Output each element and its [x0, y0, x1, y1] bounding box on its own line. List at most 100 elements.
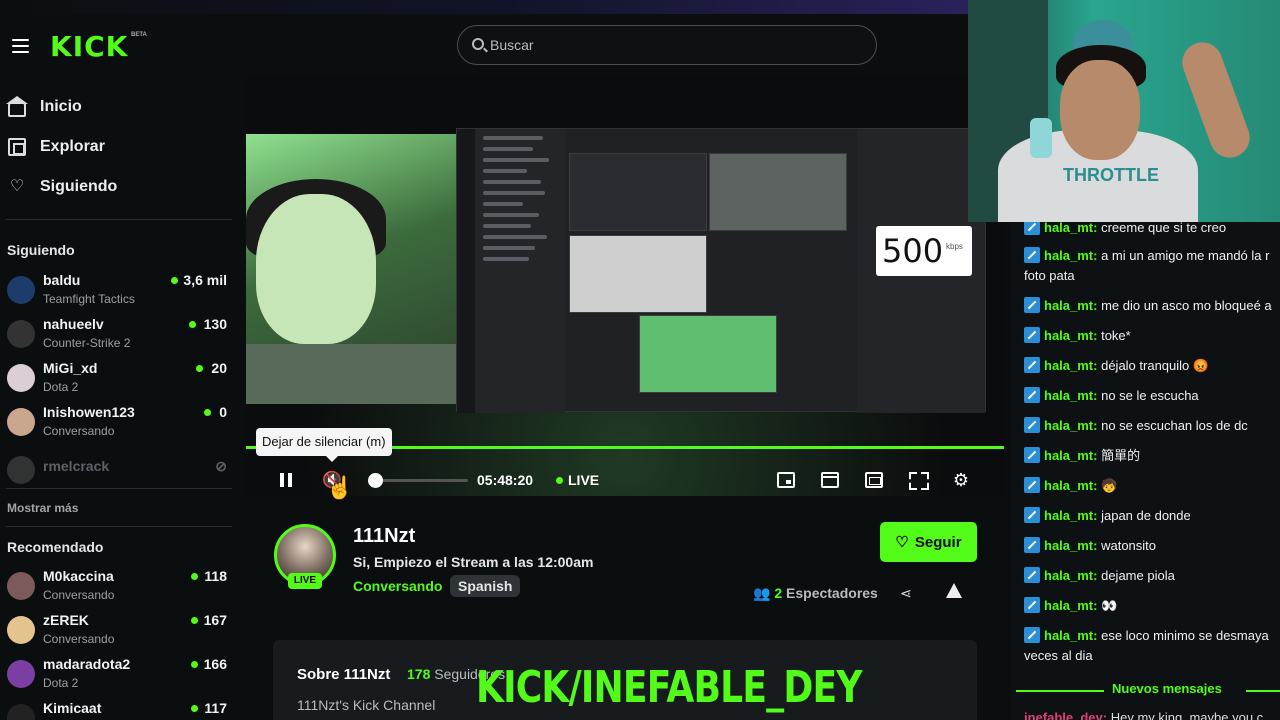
followers-number: 178: [407, 666, 431, 682]
divider-line: [1016, 690, 1104, 692]
chat-username[interactable]: hala_mt: [1044, 328, 1093, 343]
menu-icon[interactable]: [12, 39, 29, 53]
new-messages-divider[interactable]: Nuevos mensajes: [1016, 680, 1280, 700]
chat-message: hala_mt: déjalo tranquilo 😡: [1024, 356, 1280, 376]
viewer-count: 167: [203, 612, 227, 628]
chat-username[interactable]: hala_mt: [1044, 508, 1093, 523]
chat-panel: hala_mt: creeme que si te creo hala_mt: …: [1010, 222, 1280, 720]
share-icon[interactable]: ⋖: [900, 585, 912, 602]
volume-slider[interactable]: [368, 479, 468, 482]
badge-icon: [1024, 247, 1040, 263]
viewer-count: 118: [204, 568, 227, 584]
sidebar-channel-zerek[interactable]: zEREK Conversando 167: [0, 612, 238, 656]
chat-username[interactable]: hala_mt: [1044, 388, 1093, 403]
heart-icon: ♡: [895, 534, 909, 551]
chat-username[interactable]: hala_mt: [1044, 478, 1093, 493]
sidebar-channel-rmelcrack[interactable]: rmelcrack ⊘: [0, 456, 238, 502]
chat-text: dejame piola: [1101, 568, 1175, 583]
chat-message: hala_mt: 🧒: [1024, 476, 1280, 496]
nav-explorar[interactable]: Explorar: [0, 129, 238, 165]
offline-icon: ⊘: [215, 458, 227, 474]
search-icon: [472, 38, 484, 50]
sidebar-channel-baldu[interactable]: baldu Teamfight Tactics 3,6 mil: [0, 272, 238, 316]
theater-mode-icon[interactable]: [865, 472, 883, 488]
report-warning-icon[interactable]: [946, 583, 962, 598]
video-player[interactable]: 500 kbps Dejar de silenciar (m) 🔇 05:48:…: [246, 76, 1004, 496]
chat-username[interactable]: hala_mt: [1044, 418, 1093, 433]
volume-knob[interactable]: [368, 473, 383, 488]
nav-inicio[interactable]: Inicio: [0, 89, 238, 125]
live-dot: [171, 277, 178, 284]
chat-username[interactable]: hala_mt: [1044, 538, 1093, 553]
badge-icon: [1024, 417, 1040, 433]
badge-icon: [1024, 447, 1040, 463]
chat-username[interactable]: hala_mt: [1044, 298, 1093, 313]
sidebar: Inicio Explorar ♡ Siguiendo Siguiendo ba…: [0, 78, 238, 720]
chat-message: hala_mt: ese loco minimo se desmaya vece…: [1024, 627, 1269, 663]
channel-category: Teamfight Tactics: [43, 292, 135, 306]
stream-category[interactable]: Conversando: [353, 578, 442, 594]
chat-username[interactable]: hala_mt: [1044, 448, 1093, 463]
avatar: [7, 320, 35, 348]
sidebar-channel-m0kaccina[interactable]: M0kaccina Conversando 118: [0, 568, 238, 612]
badge-icon: [1024, 537, 1040, 553]
kick-logo[interactable]: KICK: [50, 30, 128, 63]
sidebar-channel-madaradota2[interactable]: madaradota2 Dota 2 166: [0, 656, 238, 700]
pause-button[interactable]: [278, 469, 294, 491]
chat-text: creeme que si te creo: [1101, 222, 1227, 235]
search-input[interactable]: Buscar: [457, 25, 877, 65]
avatar: [7, 364, 35, 392]
avatar: [7, 276, 35, 304]
fullscreen-icon[interactable]: [909, 472, 927, 488]
chat-username[interactable]: hala_mt: [1044, 248, 1093, 263]
badge-icon: [1024, 297, 1040, 313]
new-messages-label: Nuevos mensajes: [1112, 681, 1222, 696]
streamer-name[interactable]: 111Nzt: [353, 525, 415, 548]
chat-username[interactable]: hala_mt: [1044, 598, 1093, 613]
channel-name: Inishowen123: [43, 404, 135, 420]
live-indicator[interactable]: LIVE: [556, 472, 599, 488]
follow-button[interactable]: ♡ Seguir: [880, 522, 977, 562]
avatar: [7, 408, 35, 436]
sidebar-channel-migi[interactable]: MiGi_xd Dota 2 20: [0, 360, 238, 404]
badge-icon: [1024, 567, 1040, 583]
chat-username[interactable]: hala_mt: [1044, 222, 1093, 235]
live-dot: [191, 705, 198, 712]
chat-text: 簡單的: [1101, 448, 1141, 463]
follow-label: Seguir: [914, 533, 962, 551]
avatar: [7, 660, 35, 688]
home-icon: [6, 95, 28, 117]
explore-icon: [8, 138, 26, 156]
about-description: 111Nzt's Kick Channel: [297, 697, 436, 713]
language-badge[interactable]: Spanish: [450, 575, 521, 597]
badge-icon: [1024, 357, 1040, 373]
nav-siguiendo[interactable]: ♡ Siguiendo: [0, 169, 238, 205]
chat-text: no se escuchan los de dc: [1101, 418, 1248, 433]
chat-message: hala_mt: no se escuchan los de dc: [1024, 416, 1280, 436]
chat-message: hala_mt: dejame piola: [1024, 566, 1280, 586]
chat-username[interactable]: inefable_dey:: [1024, 710, 1107, 720]
channel-name: madaradota2: [43, 656, 131, 672]
chat-message: hala_mt: me dio un asco mo bloqueé a: [1024, 296, 1280, 316]
chat-username[interactable]: hala_mt: [1044, 568, 1093, 583]
sidebar-channel-inishowen[interactable]: Inishowen123 Conversando 0: [0, 404, 238, 448]
sidebar-channel-nahueelv[interactable]: nahueelv Counter-Strike 2 130: [0, 316, 238, 360]
chat-username[interactable]: hala_mt: [1044, 628, 1093, 643]
chat-message: hala_mt: 👀: [1024, 596, 1280, 616]
clip-icon[interactable]: [821, 472, 839, 488]
channel-name: baldu: [43, 272, 81, 288]
unmute-tooltip: Dejar de silenciar (m): [256, 428, 392, 462]
miniplayer-icon[interactable]: [777, 472, 795, 488]
chat-message: hala_mt: 簡單的: [1024, 446, 1280, 466]
chat-message: inefable_dey: Hey my king, maybe you c: [1024, 710, 1263, 720]
viewer-count: 3,6 mil: [183, 272, 227, 288]
chat-username[interactable]: hala_mt: [1044, 358, 1093, 373]
sidebar-channel-kimicaat[interactable]: Kimicaat 117: [0, 700, 238, 720]
channel-name: zEREK: [43, 612, 89, 628]
stream-overlay-text: KICK/INEFABLE_DEY: [476, 662, 862, 713]
channel-category: Conversando: [43, 632, 115, 646]
channel-name: rmelcrack: [43, 458, 110, 474]
nav-label: Inicio: [40, 98, 82, 115]
settings-gear-icon[interactable]: ⚙: [952, 471, 970, 489]
show-more-link[interactable]: Mostrar más: [7, 501, 78, 515]
